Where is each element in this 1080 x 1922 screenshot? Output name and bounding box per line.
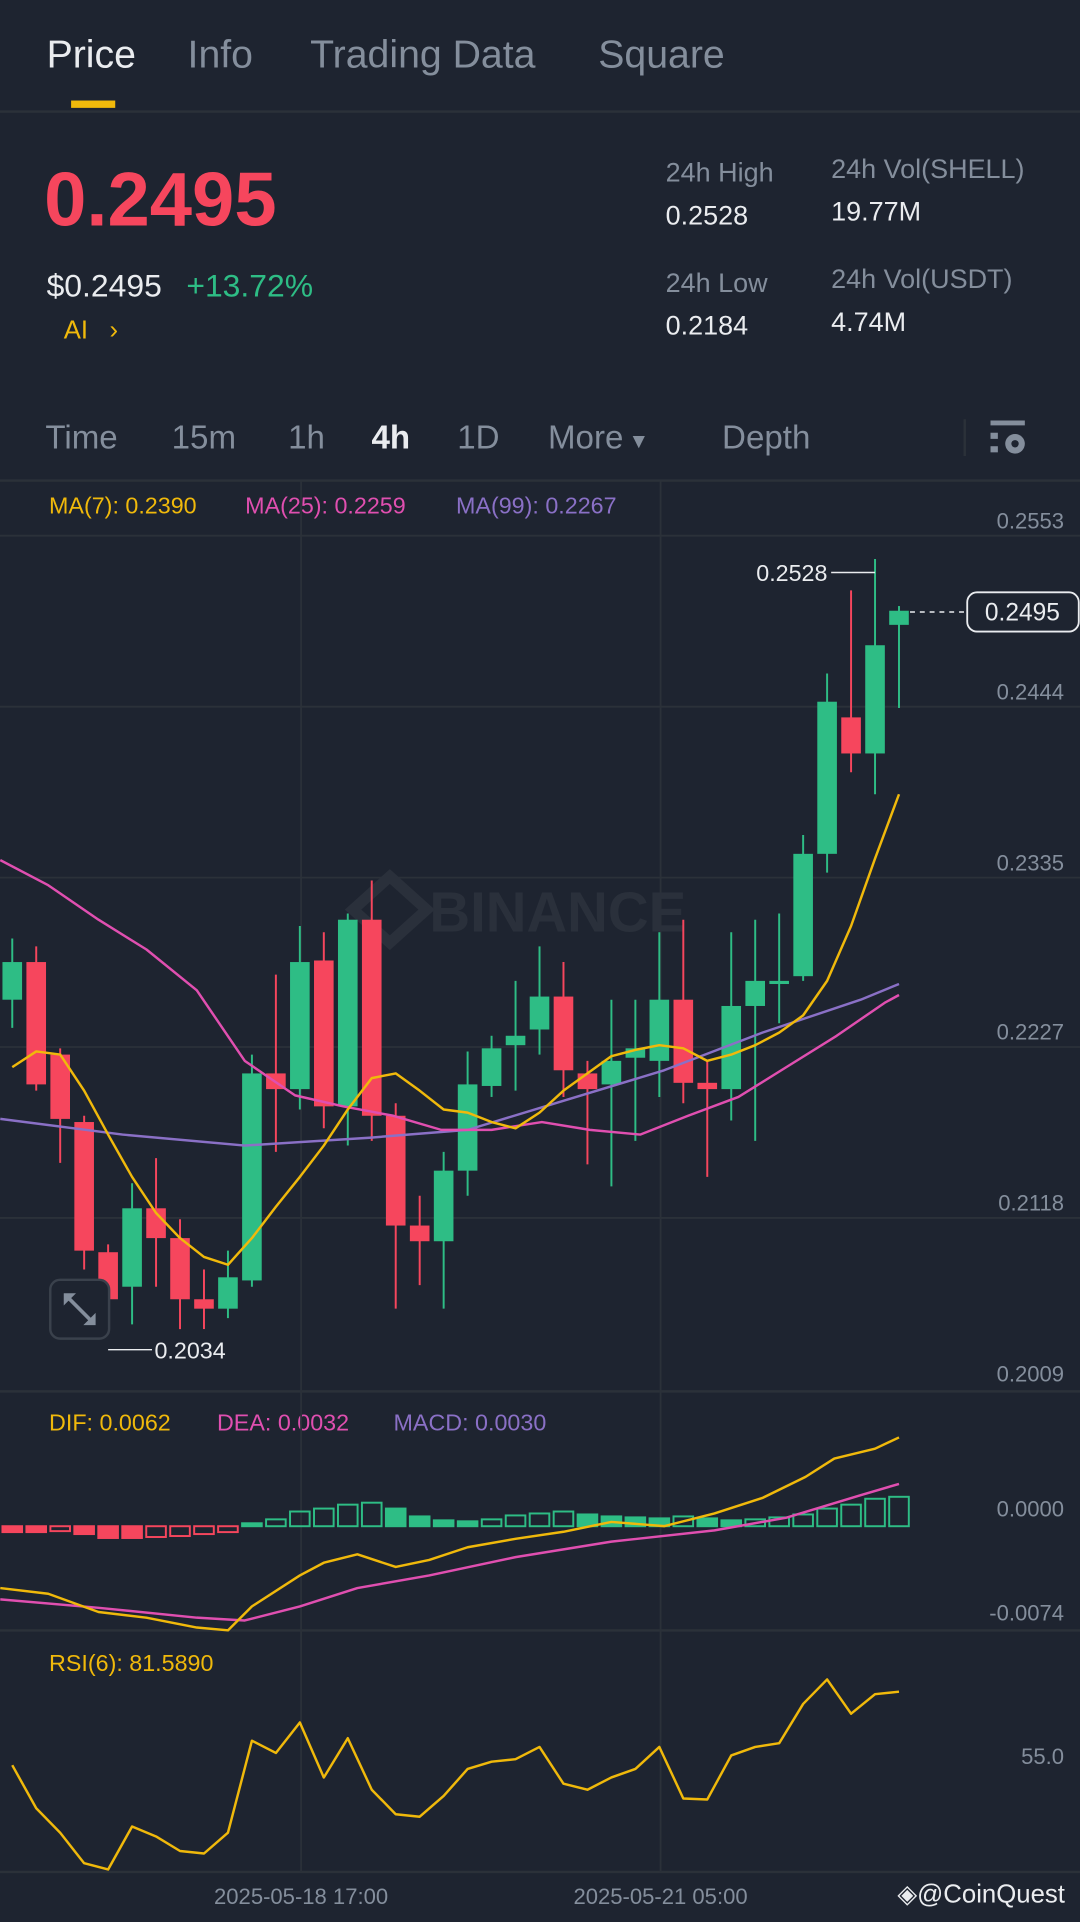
candle-down <box>314 960 334 1107</box>
fullscreen-button[interactable] <box>49 1278 111 1340</box>
rsi-line <box>11 1678 900 1871</box>
candle-up <box>290 962 310 1090</box>
macd-bar-negative <box>49 1525 71 1533</box>
macd-bar-positive <box>552 1510 575 1528</box>
macd-bar-positive <box>336 1503 359 1528</box>
candle-down <box>170 1238 190 1300</box>
macd-bar-negative <box>73 1525 95 1536</box>
macd-bar-positive <box>840 1503 862 1528</box>
macd-bar-positive <box>360 1501 383 1528</box>
low-annotation: 0.2034 <box>154 1337 225 1363</box>
candle-up <box>481 1048 502 1086</box>
macd-bar-positive <box>265 1518 287 1528</box>
candle-up <box>505 1035 526 1046</box>
price-axis-label: 0.2553 <box>997 508 1064 533</box>
candle-up <box>769 980 789 985</box>
macd-bar-negative <box>1 1525 24 1534</box>
macd-bar-positive <box>480 1518 503 1528</box>
macd-bar-negative <box>25 1525 48 1534</box>
candle-up <box>529 996 550 1030</box>
macd-bar-negative <box>217 1525 239 1534</box>
candle-down <box>74 1122 94 1251</box>
last-price-tag-label: 0.2495 <box>985 600 1060 627</box>
macd-axis-label: -0.0074 <box>989 1601 1064 1626</box>
candle-down <box>697 1082 718 1090</box>
candle-down <box>673 999 694 1083</box>
price-axis-label: 0.2444 <box>997 679 1064 704</box>
watermark-text: @CoinQuest <box>917 1880 1065 1909</box>
candle-up <box>242 1073 262 1281</box>
rsi-axis-label: 55.0 <box>1021 1744 1064 1769</box>
time-axis-label: 2025-05-18 17:00 <box>214 1884 388 1909</box>
ma99-line <box>0 982 900 1147</box>
macd-bar-positive <box>696 1517 719 1528</box>
price-axis-label: 0.2335 <box>997 850 1064 875</box>
market-page: Price Info Trading Data Square 0.2495 $0… <box>0 0 1080 1922</box>
candle-down <box>194 1299 214 1309</box>
candle-down <box>841 717 861 754</box>
candle-down <box>577 1073 598 1090</box>
macd-bar-positive <box>456 1520 479 1528</box>
macd-bar-negative <box>193 1525 215 1536</box>
macd-bar-positive <box>816 1507 838 1528</box>
macd-bar-positive <box>504 1514 527 1528</box>
candle-up <box>745 980 766 1006</box>
macd-bar-positive <box>313 1507 335 1528</box>
candle-down <box>26 962 47 1085</box>
macd-bar-positive <box>408 1515 431 1528</box>
macd-bar-negative <box>169 1525 191 1538</box>
binance-logo-icon: ◈ <box>897 1880 918 1909</box>
candle-up <box>218 1277 238 1309</box>
coinquest-watermark: ◈@CoinQuest <box>897 1879 1065 1910</box>
candle-down <box>409 1225 430 1242</box>
macd-bar-positive <box>528 1512 551 1528</box>
macd-bar-positive <box>384 1507 407 1528</box>
candle-up <box>649 999 670 1061</box>
candle-up <box>2 962 23 1000</box>
macd-axis-label: 0.0000 <box>997 1496 1064 1521</box>
candle-up <box>889 610 909 625</box>
candle-down <box>385 1115 406 1226</box>
binance-watermark: BINANCE <box>429 881 686 944</box>
price-axis-label: 0.2227 <box>997 1020 1064 1045</box>
candle-up <box>793 853 813 977</box>
candle-up <box>122 1208 142 1287</box>
price-axis-label: 0.2118 <box>998 1191 1064 1216</box>
candle-up <box>865 645 885 754</box>
macd-bar-positive <box>864 1497 886 1528</box>
macd-bar-positive <box>888 1495 910 1528</box>
macd-bar-positive <box>241 1522 263 1528</box>
ma7-line <box>11 793 901 1266</box>
time-axis-label: 2025-05-21 05:00 <box>574 1884 748 1909</box>
macd-bar-negative <box>121 1525 143 1539</box>
high-annotation: 0.2528 <box>756 560 827 586</box>
macd-bar-negative <box>97 1525 119 1539</box>
macd-bar-positive <box>432 1519 455 1528</box>
candle-up <box>337 919 358 1107</box>
kline-chart[interactable]: 2025-05-18 17:00 2025-05-21 05:00 0.2553 0.… <box>0 0 1080 1922</box>
macd-bar-negative <box>145 1525 167 1538</box>
macd-bar-positive <box>289 1510 311 1528</box>
expand-icon <box>63 1293 96 1326</box>
price-axis-label: 0.2009 <box>997 1362 1064 1387</box>
candle-down <box>553 996 574 1071</box>
macd-bar-positive <box>792 1513 814 1528</box>
candle-up <box>817 701 837 854</box>
candle-up <box>433 1170 454 1242</box>
candle-up <box>601 1060 622 1085</box>
